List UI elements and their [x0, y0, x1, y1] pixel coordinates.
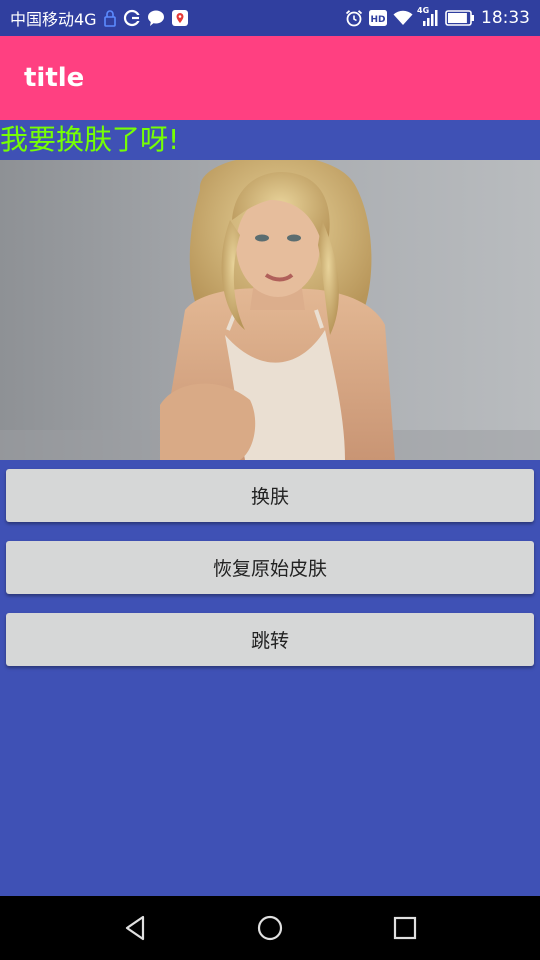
network-type-label: 4G	[417, 6, 430, 15]
headline-text: 我要换肤了呀!	[0, 123, 180, 156]
clock-time: 18:33	[481, 8, 530, 28]
status-bar: 中国移动4G HD 4G 18:33	[0, 0, 540, 36]
map-pin-icon	[171, 9, 189, 27]
back-icon[interactable]	[115, 908, 155, 948]
hd-icon: HD	[369, 10, 387, 26]
status-bar-right: HD 4G 18:33	[345, 6, 530, 28]
svg-text:HD: HD	[370, 15, 385, 25]
portrait-photo	[0, 160, 540, 460]
lock-notification-icon	[103, 9, 117, 27]
status-bar-left: 中国移动4G	[10, 6, 189, 30]
recents-icon[interactable]	[385, 908, 425, 948]
alarm-icon	[345, 9, 363, 27]
battery-icon	[445, 10, 475, 26]
navigation-bar	[0, 896, 540, 960]
chat-icon	[147, 9, 165, 27]
home-icon[interactable]	[250, 908, 290, 948]
change-skin-button[interactable]: 换肤	[6, 469, 534, 522]
signal-icon: 4G	[417, 6, 439, 26]
restore-skin-button[interactable]: 恢复原始皮肤	[6, 541, 534, 594]
wifi-icon	[393, 10, 413, 26]
app-bar-title: title	[24, 63, 85, 93]
sync-icon	[123, 9, 141, 27]
jump-button[interactable]: 跳转	[6, 613, 534, 666]
carrier-label: 中国移动4G	[10, 10, 97, 29]
app-bar: title	[0, 36, 540, 120]
